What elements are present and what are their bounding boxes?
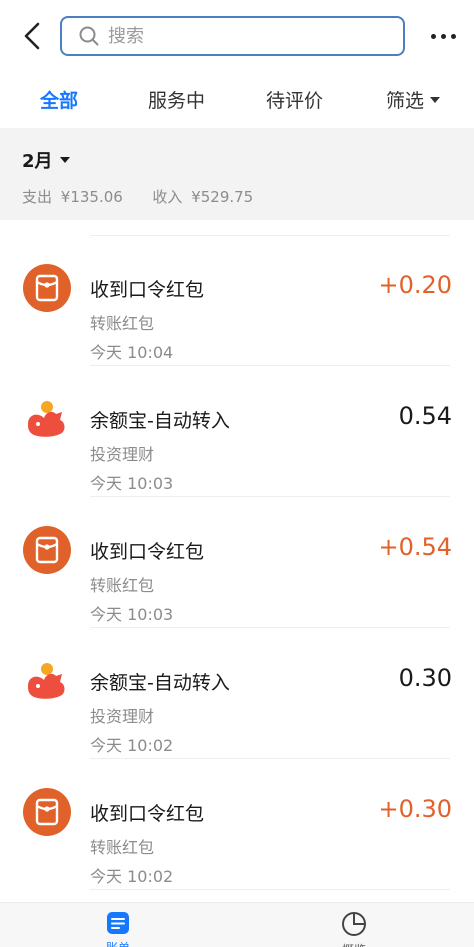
- bill-icon: [107, 912, 129, 934]
- yuebao-icon: [22, 656, 72, 706]
- month-summary: 2月 支出 ¥135.06 收入 ¥529.75: [0, 128, 474, 220]
- income-value: ¥529.75: [191, 188, 254, 206]
- transaction-row[interactable]: 收到口令红包 转账红包 今天 10:02 +0.30: [0, 759, 474, 890]
- header-bar: [0, 0, 474, 72]
- transaction-row[interactable]: 收到口令红包 转账红包 今天 10:03 +0.54: [0, 497, 474, 628]
- transaction-category: 投资理财: [90, 445, 155, 464]
- chevron-left-icon: [24, 22, 40, 50]
- more-dot-icon: [430, 33, 436, 39]
- transaction-row[interactable]: 余额宝-自动转入 投资理财 今天 10:02 0.30: [0, 628, 474, 759]
- tab-filter[interactable]: 筛选: [386, 86, 441, 113]
- nav-bill[interactable]: 账单: [78, 911, 158, 947]
- filter-tabs: 全部 服务中 待评价 筛选: [0, 72, 474, 128]
- pie-chart-icon: [342, 912, 366, 936]
- red-packet-icon: [22, 787, 72, 837]
- transaction-title: 收到口令红包: [90, 541, 205, 563]
- transaction-title: 余额宝-自动转入: [90, 672, 230, 694]
- transaction-amount: +0.30: [378, 795, 452, 823]
- red-packet-icon: [22, 263, 72, 313]
- transaction-category: 投资理财: [90, 707, 155, 726]
- tab-pending-review[interactable]: 待评价: [266, 86, 323, 113]
- transaction-list: 收到口令红包 转账红包 今天 10:04 +0.20 余额宝-自动转入 投资理财…: [0, 220, 474, 902]
- bottom-nav: 账单 概览: [0, 902, 474, 947]
- tab-filter-label: 筛选: [386, 90, 425, 112]
- transaction-title: 收到口令红包: [90, 279, 205, 301]
- more-dot-icon: [450, 33, 456, 39]
- caret-down-icon: [59, 157, 70, 163]
- transaction-time: 今天 10:03: [90, 605, 174, 624]
- transaction-title: 余额宝-自动转入: [90, 410, 230, 432]
- transaction-time: 今天 10:03: [90, 474, 174, 493]
- income-label: 收入: [152, 188, 183, 206]
- transaction-time: 今天 10:02: [90, 736, 174, 755]
- search-icon: [79, 26, 99, 46]
- month-totals: 支出 ¥135.06 收入 ¥529.75: [22, 186, 257, 207]
- tab-in-service[interactable]: 服务中: [148, 86, 205, 113]
- transaction-category: 转账红包: [90, 576, 155, 595]
- transaction-title: 收到口令红包: [90, 803, 205, 825]
- transaction-time: 今天 10:02: [90, 867, 174, 886]
- search-box[interactable]: [60, 16, 405, 56]
- transaction-time: 今天 10:04: [90, 343, 174, 362]
- search-input[interactable]: [108, 25, 368, 47]
- back-button[interactable]: [18, 20, 46, 52]
- more-dot-icon: [440, 33, 446, 39]
- transaction-amount: 0.30: [398, 664, 452, 692]
- transaction-row[interactable]: 收到口令红包 转账红包 今天 10:04 +0.20: [0, 235, 474, 366]
- more-menu-button[interactable]: [426, 24, 460, 48]
- expense-label: 支出: [22, 188, 53, 206]
- transaction-category: 转账红包: [90, 838, 155, 857]
- month-label: 2月: [22, 151, 53, 172]
- caret-down-icon: [430, 96, 441, 103]
- red-packet-icon: [22, 525, 72, 575]
- transaction-category: 转账红包: [90, 314, 155, 333]
- nav-overview[interactable]: 概览: [314, 911, 394, 947]
- nav-overview-label: 概览: [342, 941, 366, 947]
- tab-all[interactable]: 全部: [40, 86, 78, 113]
- nav-bill-label: 账单: [106, 939, 130, 947]
- transaction-amount: 0.54: [398, 402, 452, 430]
- expense-value: ¥135.06: [60, 188, 123, 206]
- transaction-amount: +0.54: [378, 533, 452, 561]
- transaction-row[interactable]: 余额宝-自动转入 投资理财 今天 10:03 0.54: [0, 366, 474, 497]
- month-selector[interactable]: 2月: [22, 147, 70, 173]
- transaction-amount: +0.20: [378, 271, 452, 299]
- yuebao-icon: [22, 394, 72, 444]
